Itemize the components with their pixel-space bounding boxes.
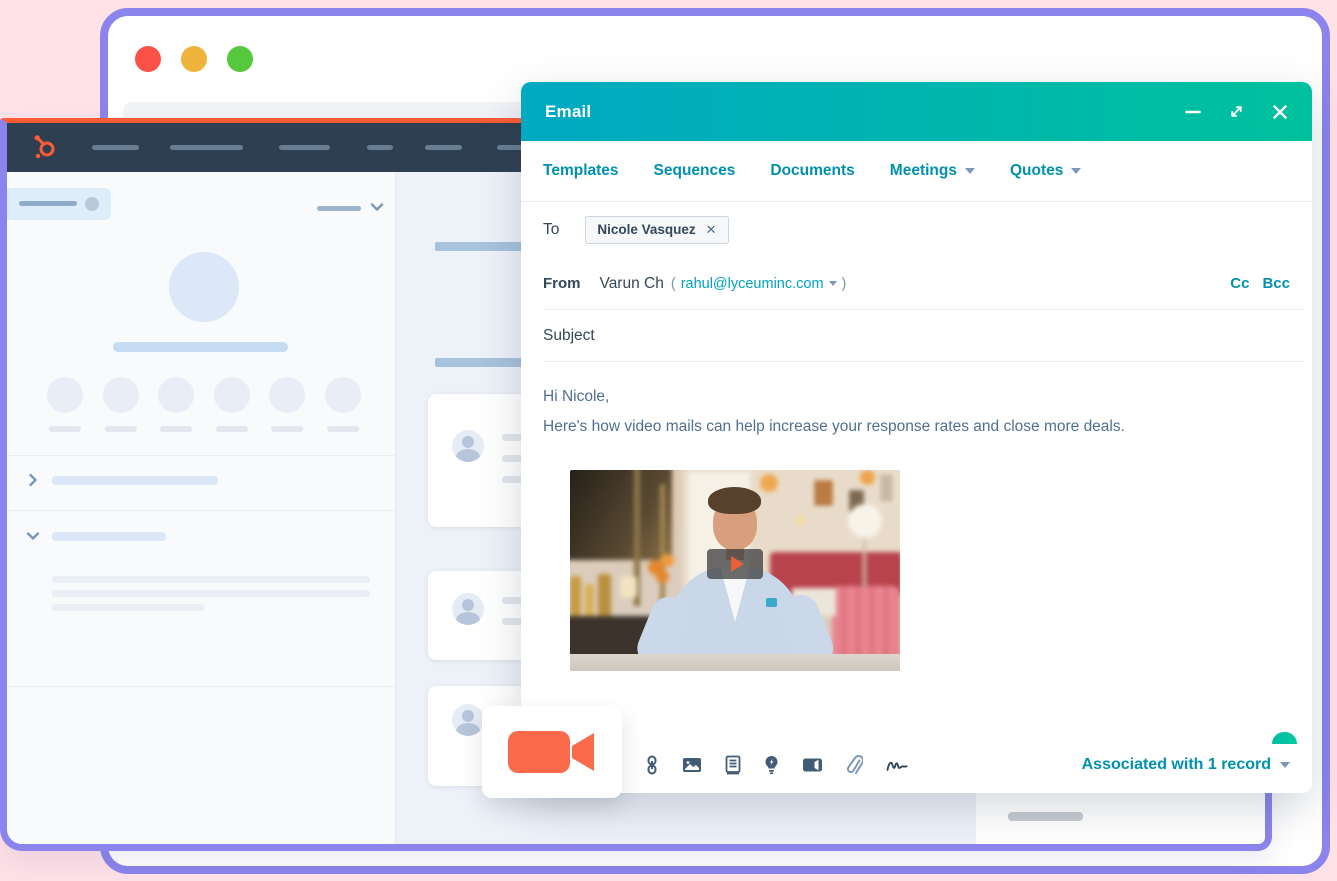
subject-row: Subject (521, 310, 1312, 362)
section-title-placeholder (52, 476, 218, 485)
attachment-icon[interactable] (846, 755, 863, 775)
from-row: From Varun Ch (rahul@lyceuminc.com) Cc B… (521, 257, 1312, 310)
sender-name: Varun Ch (600, 275, 664, 293)
sender-email: rahul@lyceuminc.com (681, 276, 824, 292)
contact-sidebar (7, 172, 396, 844)
sender-email-dropdown[interactable]: (rahul@lyceuminc.com) (671, 276, 847, 292)
remove-recipient-icon[interactable]: ✕ (706, 222, 717, 238)
owner-label-placeholder (317, 206, 361, 211)
to-row[interactable]: To Nicole Vasquez ✕ (521, 202, 1312, 257)
recipient-chip[interactable]: Nicole Vasquez ✕ (585, 216, 728, 244)
modal-header: Email (521, 82, 1312, 141)
button-placeholder[interactable] (1008, 812, 1083, 821)
body-line: Here's how video mails can help increase… (543, 412, 1290, 442)
recipient-name: Nicole Vasquez (597, 222, 695, 237)
contact-action-button[interactable] (103, 377, 139, 413)
bcc-button[interactable]: Bcc (1262, 275, 1290, 292)
chevron-right-icon[interactable] (25, 472, 41, 488)
tab-meetings[interactable]: Meetings (890, 162, 975, 180)
contact-avatar (169, 252, 239, 322)
help-beacon-arc (1272, 732, 1297, 744)
section-title-placeholder (52, 532, 166, 541)
tab-templates[interactable]: Templates (543, 162, 619, 180)
compose-tabs: Templates Sequences Documents Meetings Q… (521, 141, 1312, 202)
desktop-backdrop: Email Templates Sequences Documents Meet… (0, 0, 1337, 881)
video-camera-icon (506, 726, 598, 778)
nav-item-placeholder[interactable] (279, 145, 330, 150)
compose-footer: Associated with 1 record (521, 737, 1312, 793)
expand-icon[interactable] (1228, 103, 1245, 120)
contact-action-button[interactable] (269, 377, 305, 413)
chevron-down-icon (965, 168, 975, 174)
associated-records-dropdown[interactable]: Associated with 1 record (1082, 756, 1290, 774)
contact-action-button[interactable] (47, 377, 83, 413)
chevron-down-icon (1071, 168, 1081, 174)
close-window-button[interactable] (135, 46, 161, 72)
video-icon[interactable] (802, 757, 823, 773)
contact-action-button[interactable] (214, 377, 250, 413)
chevron-down-icon (829, 281, 837, 286)
image-icon[interactable] (682, 756, 702, 774)
nav-item-placeholder[interactable] (367, 145, 393, 150)
link-icon[interactable] (645, 755, 659, 775)
minimize-window-button[interactable] (181, 46, 207, 72)
cc-button[interactable]: Cc (1230, 275, 1249, 292)
modal-title: Email (545, 102, 591, 122)
signature-icon[interactable] (886, 757, 908, 773)
tab-quotes[interactable]: Quotes (1010, 162, 1081, 180)
template-icon[interactable] (725, 755, 741, 775)
hubspot-sprocket-icon (31, 133, 59, 161)
person-avatar-icon (452, 593, 484, 625)
chevron-down-icon[interactable] (369, 199, 385, 215)
zoom-window-button[interactable] (227, 46, 253, 72)
back-to-contacts-placeholder[interactable] (7, 188, 111, 220)
from-label: From (543, 275, 581, 292)
play-button[interactable] (707, 549, 763, 579)
play-icon (731, 556, 744, 572)
email-compose-modal: Email Templates Sequences Documents Meet… (521, 82, 1312, 793)
tab-documents[interactable]: Documents (770, 162, 854, 180)
contact-action-button[interactable] (325, 377, 361, 413)
to-label: To (543, 221, 559, 239)
chevron-down-icon (1280, 762, 1290, 768)
minimize-icon[interactable] (1185, 104, 1201, 120)
nav-item-placeholder[interactable] (170, 145, 243, 150)
chevron-down-icon[interactable] (25, 528, 41, 544)
body-line: Hi Nicole, (543, 382, 1290, 412)
video-thumbnail[interactable] (570, 470, 900, 671)
person-avatar-icon (452, 430, 484, 462)
snippet-lightbulb-icon[interactable] (764, 755, 779, 775)
subject-input[interactable]: Subject (543, 327, 595, 345)
close-icon[interactable] (1272, 104, 1288, 120)
email-body-editor[interactable]: Hi Nicole, Here's how video mails can he… (521, 362, 1312, 671)
contact-name-placeholder (113, 342, 288, 352)
person-avatar-icon (452, 704, 484, 736)
video-record-button[interactable] (482, 706, 622, 798)
contact-action-button[interactable] (158, 377, 194, 413)
nav-item-placeholder[interactable] (92, 145, 139, 150)
nav-item-placeholder[interactable] (425, 145, 462, 150)
window-traffic-lights (135, 46, 253, 72)
tab-sequences[interactable]: Sequences (654, 162, 736, 180)
